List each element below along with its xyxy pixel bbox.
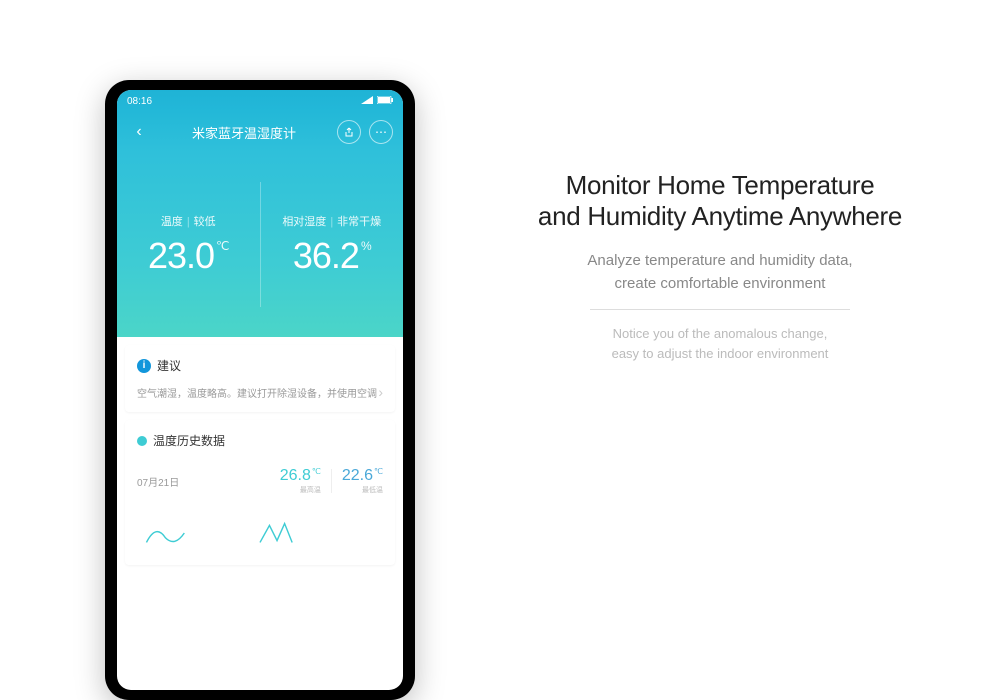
info-icon: i bbox=[137, 359, 151, 373]
signal-icon bbox=[361, 96, 373, 107]
history-graph bbox=[137, 513, 383, 553]
history-values: 26.8℃ 最高温 22.6℃ 最低温 bbox=[280, 467, 383, 495]
hero-readings: 温度|较低 23.0 ℃ 相对湿度|非常干燥 36.2 % bbox=[117, 152, 403, 337]
history-divider bbox=[331, 469, 332, 493]
history-row: 07月21日 26.8℃ 最高温 22.6℃ 最低温 bbox=[137, 459, 383, 503]
page-title: 米家蓝牙温湿度计 bbox=[192, 123, 296, 142]
marketing-copy: Monitor Home Temperature and Humidity An… bbox=[490, 170, 950, 363]
suggestion-header: i 建议 bbox=[137, 357, 383, 374]
humidity-reading: 相对湿度|非常干燥 36.2 % bbox=[261, 152, 404, 337]
history-card: 温度历史数据 07月21日 26.8℃ 最高温 22.6℃ 最低温 bbox=[125, 420, 395, 565]
history-date: 07月21日 bbox=[137, 474, 179, 489]
chevron-right-icon: › bbox=[378, 384, 383, 400]
status-indicators bbox=[361, 96, 393, 107]
phone-frame: 08:16 ‹ 米家蓝牙温湿度计 ⋯ bbox=[105, 80, 415, 700]
phone-screen: 08:16 ‹ 米家蓝牙温湿度计 ⋯ bbox=[117, 90, 403, 690]
marketing-divider bbox=[590, 309, 850, 310]
temperature-reading: 温度|较低 23.0 ℃ bbox=[117, 152, 260, 337]
history-header: 温度历史数据 bbox=[137, 432, 383, 449]
temperature-value: 23.0 ℃ bbox=[148, 235, 229, 277]
marketing-headline: Monitor Home Temperature and Humidity An… bbox=[490, 170, 950, 232]
suggestion-card: i 建议 空气潮湿，温度略高。建议打开除湿设备，并使用空调 › bbox=[125, 345, 395, 412]
history-low: 22.6℃ 最低温 bbox=[342, 467, 383, 495]
suggestion-text: 空气潮湿，温度略高。建议打开除湿设备，并使用空调 bbox=[137, 385, 377, 400]
more-button[interactable]: ⋯ bbox=[369, 120, 393, 144]
suggestion-row[interactable]: 空气潮湿，温度略高。建议打开除湿设备，并使用空调 › bbox=[137, 384, 383, 400]
humidity-value: 36.2 % bbox=[293, 235, 371, 277]
temperature-label: 温度|较低 bbox=[161, 213, 216, 229]
marketing-note: Notice you of the anomalous change, easy… bbox=[490, 324, 950, 363]
share-button[interactable] bbox=[337, 120, 361, 144]
title-bar: ‹ 米家蓝牙温湿度计 ⋯ bbox=[117, 112, 403, 152]
status-bar: 08:16 bbox=[117, 90, 403, 112]
marketing-subtext: Analyze temperature and humidity data, c… bbox=[490, 250, 950, 295]
back-button[interactable]: ‹ bbox=[127, 120, 151, 144]
dot-icon bbox=[137, 436, 147, 446]
battery-icon bbox=[377, 96, 393, 107]
history-high: 26.8℃ 最高温 bbox=[280, 467, 321, 495]
humidity-label: 相对湿度|非常干燥 bbox=[282, 213, 381, 229]
status-time: 08:16 bbox=[127, 96, 152, 107]
